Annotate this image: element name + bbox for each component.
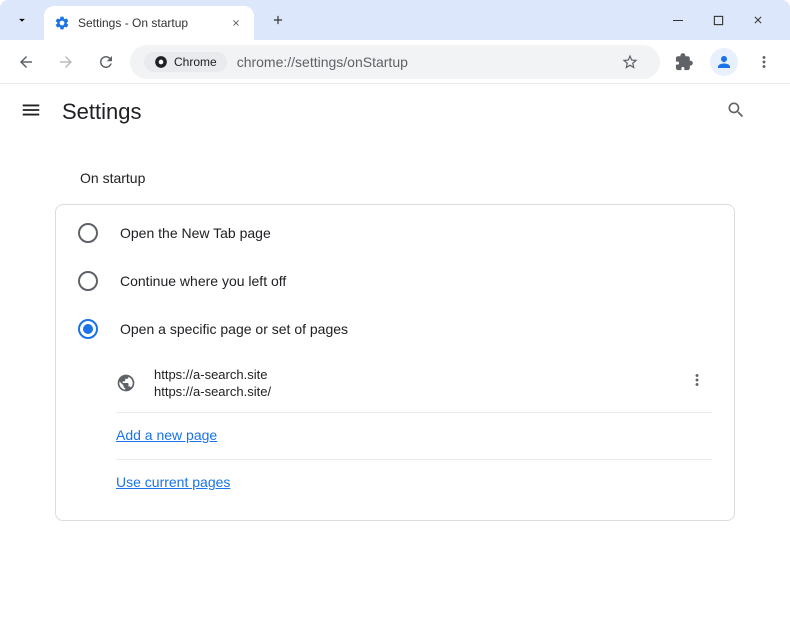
avatar-icon xyxy=(710,48,738,76)
page-title-text: https://a-search.site xyxy=(154,367,682,382)
radio-label: Open a specific page or set of pages xyxy=(120,321,348,337)
gear-icon xyxy=(54,15,70,31)
startup-card: Open the New Tab page Continue where you… xyxy=(55,204,735,521)
option-new-tab[interactable]: Open the New Tab page xyxy=(56,209,734,257)
forward-button[interactable] xyxy=(50,46,82,78)
close-icon xyxy=(231,18,241,28)
arrow-left-icon xyxy=(17,53,35,71)
maximize-icon xyxy=(713,15,724,26)
use-current-link[interactable]: Use current pages xyxy=(116,474,230,490)
bookmark-button[interactable] xyxy=(614,46,646,78)
section-title: On startup xyxy=(80,170,750,186)
arrow-right-icon xyxy=(57,53,75,71)
back-button[interactable] xyxy=(10,46,42,78)
option-continue[interactable]: Continue where you left off xyxy=(56,257,734,305)
pages-list: https://a-search.site https://a-search.s… xyxy=(56,353,734,516)
page-actions-button[interactable] xyxy=(682,365,712,400)
settings-content: On startup Open the New Tab page Continu… xyxy=(0,140,790,533)
hamburger-icon xyxy=(20,99,42,121)
chrome-chip-label: Chrome xyxy=(174,55,217,69)
tab-title: Settings - On startup xyxy=(78,16,228,30)
puzzle-icon xyxy=(675,53,693,71)
page-info: https://a-search.site https://a-search.s… xyxy=(154,367,682,399)
add-page-row: Add a new page xyxy=(116,413,712,460)
maximize-button[interactable] xyxy=(704,6,732,34)
option-specific-pages[interactable]: Open a specific page or set of pages xyxy=(56,305,734,353)
minimize-button[interactable] xyxy=(664,6,692,34)
menu-toggle-button[interactable] xyxy=(20,99,42,126)
star-icon xyxy=(621,53,639,71)
close-window-button[interactable] xyxy=(744,6,772,34)
menu-button[interactable] xyxy=(748,46,780,78)
page-title: Settings xyxy=(62,99,142,125)
search-settings-button[interactable] xyxy=(726,100,746,125)
radio-label: Open the New Tab page xyxy=(120,225,271,241)
window-titlebar: Settings - On startup xyxy=(0,0,790,40)
browser-toolbar: Chrome chrome://settings/onStartup xyxy=(0,40,790,84)
tab-search-dropdown[interactable] xyxy=(8,6,36,34)
radio-label: Continue where you left off xyxy=(120,273,286,289)
chrome-icon xyxy=(154,55,168,69)
radio-icon xyxy=(78,271,98,291)
page-url-text: https://a-search.site/ xyxy=(154,384,682,399)
radio-icon xyxy=(78,223,98,243)
chevron-down-icon xyxy=(15,13,29,27)
settings-header: Settings xyxy=(0,84,790,140)
reload-icon xyxy=(97,53,115,71)
browser-tab[interactable]: Settings - On startup xyxy=(44,6,254,40)
extensions-button[interactable] xyxy=(668,46,700,78)
chrome-chip: Chrome xyxy=(144,52,227,72)
radio-icon xyxy=(78,319,98,339)
window-controls xyxy=(654,6,782,34)
tab-close-button[interactable] xyxy=(228,15,244,31)
reload-button[interactable] xyxy=(90,46,122,78)
close-icon xyxy=(752,14,764,26)
globe-icon xyxy=(116,373,136,393)
use-current-row: Use current pages xyxy=(116,460,712,506)
profile-button[interactable] xyxy=(708,46,740,78)
add-page-link[interactable]: Add a new page xyxy=(116,427,217,443)
url-text: chrome://settings/onStartup xyxy=(237,54,408,70)
startup-page-row: https://a-search.site https://a-search.s… xyxy=(116,353,712,413)
address-bar[interactable]: Chrome chrome://settings/onStartup xyxy=(130,45,660,79)
kebab-icon xyxy=(688,371,706,389)
new-tab-button[interactable] xyxy=(264,6,292,34)
search-icon xyxy=(726,100,746,120)
plus-icon xyxy=(271,13,285,27)
minimize-icon xyxy=(672,14,684,26)
kebab-icon xyxy=(755,53,773,71)
